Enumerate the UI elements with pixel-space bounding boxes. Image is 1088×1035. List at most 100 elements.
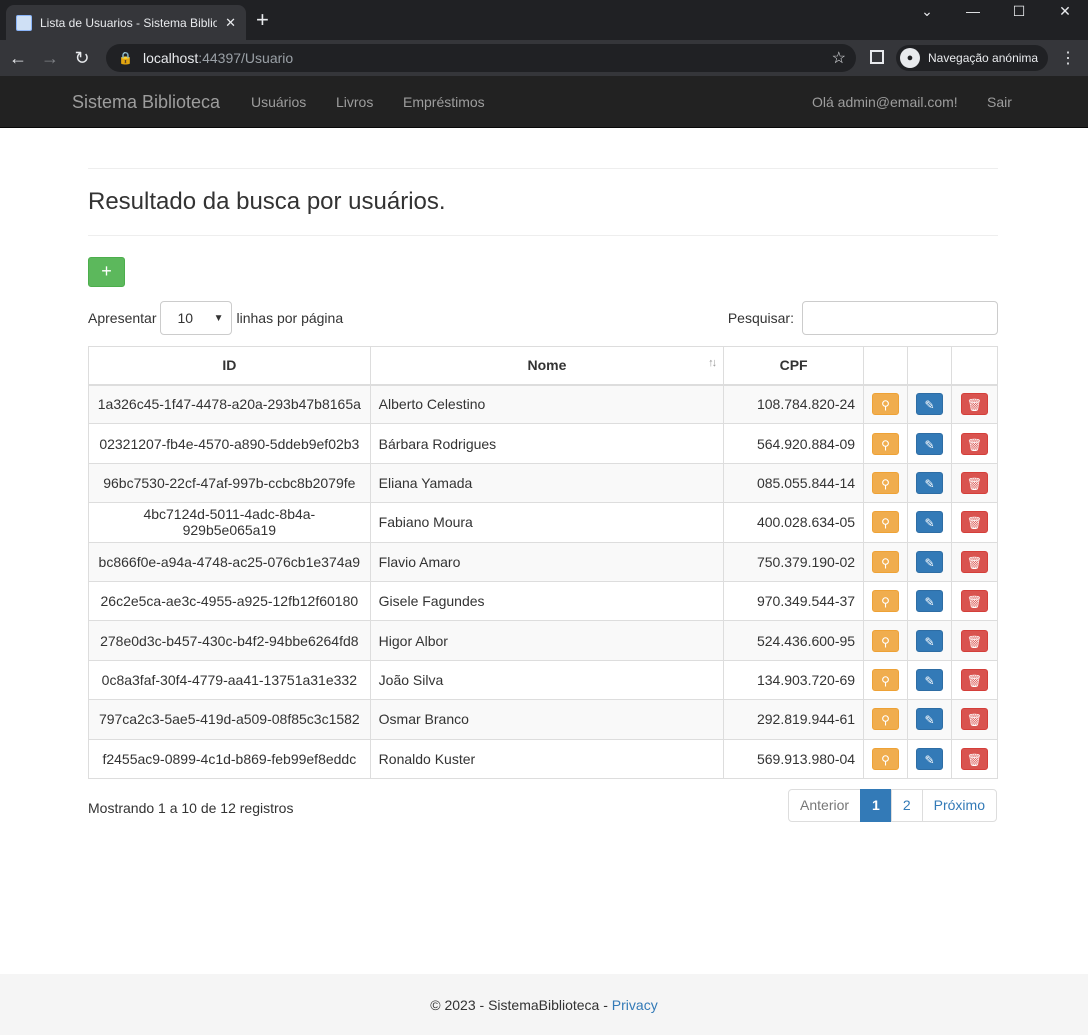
delete-button[interactable]: 🗑 [961, 511, 988, 534]
address-bar[interactable]: 🔒 localhost :44397/Usuario ☆ [106, 44, 856, 72]
edit-icon: ✎ [924, 516, 935, 531]
maximize-icon[interactable]: ☐ [996, 0, 1042, 24]
search-input[interactable] [802, 301, 998, 335]
previous-page-button[interactable]: Anterior [788, 789, 862, 822]
cell-view: ⚲ [863, 659, 909, 701]
browser-tab[interactable]: Lista de Usuarios - Sistema Bibliote ✕ [6, 5, 246, 40]
column-header-nome[interactable]: Nome ↑↓ [369, 346, 725, 386]
view-details-button[interactable]: ⚲ [872, 432, 900, 455]
view-details-button[interactable]: ⚲ [872, 668, 900, 691]
cell-id: 4bc7124d-5011-4adc-8b4a-929b5e065a19 [88, 502, 371, 543]
pagination: Anterior 1 2 Próximo [788, 789, 997, 822]
tab-search-icon[interactable]: ⌄ [904, 0, 950, 24]
cell-nome: Alberto Celestino [369, 383, 725, 425]
edit-icon: ✎ [924, 634, 935, 649]
navbar-brand[interactable]: Sistema Biblioteca [72, 92, 220, 113]
add-user-button[interactable]: + [88, 257, 125, 287]
edit-button[interactable]: ✎ [916, 432, 944, 455]
cell-edit: ✎ [907, 620, 953, 661]
cell-id: 278e0d3c-b457-430c-b4f2-94bbe6264fd8 [88, 620, 371, 661]
next-page-button[interactable]: Próximo [921, 789, 997, 822]
trash-icon: 🗑 [966, 752, 983, 767]
side-panel-icon[interactable] [870, 50, 884, 64]
search-icon: ⚲ [881, 713, 890, 728]
cell-id: 797ca2c3-5ae5-419d-a509-08f85c3c1582 [88, 699, 371, 740]
delete-button[interactable]: 🗑 [961, 393, 988, 416]
cell-cpf: 085.055.844-14 [723, 462, 865, 504]
view-details-button[interactable]: ⚲ [872, 590, 900, 613]
cell-view: ⚲ [863, 383, 909, 425]
cell-id: f2455ac9-0899-4c1d-b869-feb99ef8eddc [88, 738, 371, 779]
cell-edit: ✎ [907, 383, 953, 425]
browser-toolbar: ← → ↻ 🔒 localhost :44397/Usuario ☆ ● Nav… [0, 40, 1088, 76]
delete-button[interactable]: 🗑 [961, 668, 988, 691]
edit-button[interactable]: ✎ [916, 708, 944, 731]
page-length-select[interactable]: 10 ▼ [160, 301, 233, 335]
view-details-button[interactable]: ⚲ [872, 471, 900, 494]
new-tab-icon[interactable]: + [256, 9, 269, 31]
delete-button[interactable]: 🗑 [961, 432, 988, 455]
close-tab-icon[interactable]: ✕ [225, 15, 236, 31]
browser-menu-icon[interactable]: ⋮ [1060, 48, 1076, 68]
bookmark-star-icon[interactable]: ☆ [832, 48, 846, 68]
nav-link-livros[interactable]: Livros [336, 94, 373, 110]
view-details-button[interactable]: ⚲ [872, 511, 900, 534]
cell-id: bc866f0e-a94a-4748-ac25-076cb1e374a9 [88, 541, 371, 582]
delete-button[interactable]: 🗑 [961, 550, 988, 573]
edit-button[interactable]: ✎ [916, 550, 944, 573]
cell-cpf: 750.379.190-02 [723, 541, 865, 582]
edit-icon: ✎ [924, 595, 935, 610]
minimize-icon[interactable]: — [950, 0, 996, 24]
view-details-button[interactable]: ⚲ [872, 708, 900, 731]
edit-button[interactable]: ✎ [916, 747, 944, 770]
search-label: Pesquisar: [727, 310, 794, 326]
view-details-button[interactable]: ⚲ [872, 550, 900, 573]
column-header-cpf[interactable]: CPF [723, 346, 865, 386]
close-window-icon[interactable]: ✕ [1042, 0, 1088, 24]
trash-icon: 🗑 [966, 437, 983, 452]
cell-nome: Flavio Amaro [369, 541, 725, 582]
site-navbar: Sistema Biblioteca Usuários Livros Empré… [0, 76, 1088, 128]
nav-link-usuarios[interactable]: Usuários [251, 94, 306, 110]
lock-icon: 🔒 [118, 51, 133, 65]
edit-button[interactable]: ✎ [916, 511, 944, 534]
edit-button[interactable]: ✎ [916, 471, 944, 494]
back-icon[interactable]: ← [2, 48, 34, 69]
view-details-button[interactable]: ⚲ [872, 747, 900, 770]
cell-nome: Fabiano Moura [369, 502, 725, 543]
cell-delete: 🗑 [951, 502, 998, 543]
table-row: 1a326c45-1f47-4478-a20a-293b47b8165a Albe… [88, 383, 998, 425]
tab-title: Lista de Usuarios - Sistema Bibliote [40, 15, 218, 30]
delete-button[interactable]: 🗑 [961, 471, 988, 494]
incognito-icon: ● [900, 48, 920, 68]
edit-button[interactable]: ✎ [916, 393, 944, 416]
page-button-2[interactable]: 2 [890, 789, 923, 822]
cell-delete: 🗑 [951, 659, 998, 701]
edit-button[interactable]: ✎ [916, 668, 944, 691]
user-greeting[interactable]: Olá admin@email.com! [812, 94, 958, 110]
delete-button[interactable]: 🗑 [961, 629, 988, 652]
delete-button[interactable]: 🗑 [961, 708, 988, 731]
cell-edit: ✎ [907, 738, 953, 779]
delete-button[interactable]: 🗑 [961, 590, 988, 613]
delete-button[interactable]: 🗑 [961, 747, 988, 770]
sort-icon: ↑↓ [708, 357, 717, 369]
logout-link[interactable]: Sair [987, 94, 1012, 110]
cell-id: 0c8a3faf-30f4-4779-aa41-13751a31e332 [88, 659, 371, 701]
privacy-link[interactable]: Privacy [612, 997, 658, 1013]
incognito-indicator[interactable]: ● Navegação anónima [896, 45, 1049, 71]
view-details-button[interactable]: ⚲ [872, 629, 900, 652]
edit-button[interactable]: ✎ [916, 629, 944, 652]
reload-icon[interactable]: ↻ [66, 48, 98, 69]
page-button-1[interactable]: 1 [860, 789, 892, 822]
nav-link-emprestimos[interactable]: Empréstimos [403, 94, 485, 110]
cell-cpf: 524.436.600-95 [723, 620, 865, 661]
forward-icon[interactable]: → [34, 48, 66, 69]
edit-icon: ✎ [924, 713, 935, 728]
cell-edit: ✎ [907, 580, 953, 622]
search-icon: ⚲ [881, 555, 890, 570]
column-header-id[interactable]: ID [88, 346, 371, 386]
edit-button[interactable]: ✎ [916, 590, 944, 613]
column-header-edit [907, 346, 953, 386]
view-details-button[interactable]: ⚲ [872, 393, 900, 416]
